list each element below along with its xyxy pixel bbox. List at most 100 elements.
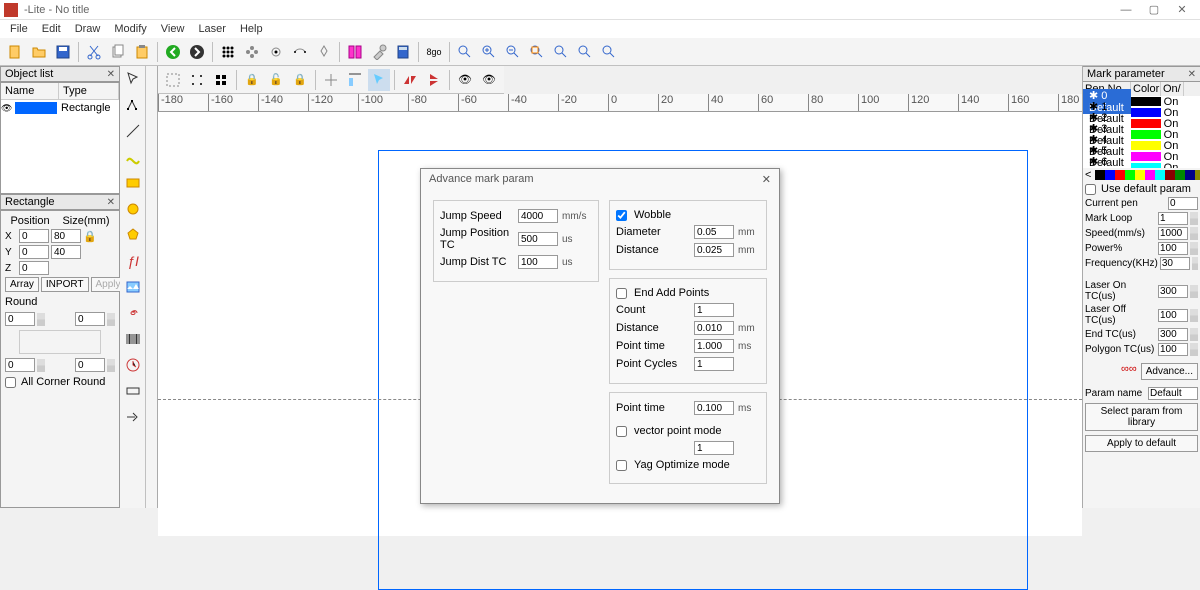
- maximize-button[interactable]: ▢: [1140, 3, 1168, 16]
- count-input[interactable]: [694, 303, 734, 317]
- cut-icon[interactable]: [83, 41, 105, 63]
- pattern1-icon[interactable]: [241, 41, 263, 63]
- mirror-h-icon[interactable]: [399, 69, 421, 91]
- color-swatch[interactable]: [1095, 170, 1105, 180]
- usedefault-checkbox[interactable]: [1085, 184, 1096, 195]
- x-input[interactable]: [19, 229, 49, 243]
- rect-icon[interactable]: [122, 172, 144, 194]
- copy-icon[interactable]: [107, 41, 129, 63]
- object-list[interactable]: Name Type 👁 Rectangle: [0, 82, 120, 194]
- clock-icon[interactable]: [122, 354, 144, 376]
- zoom6-icon[interactable]: [598, 41, 620, 63]
- line-icon[interactable]: [122, 120, 144, 142]
- dialog-close[interactable]: ✕: [762, 173, 771, 186]
- color-swatch[interactable]: [1145, 170, 1155, 180]
- lock-icon[interactable]: 🔒: [241, 69, 263, 91]
- lock-icon[interactable]: 🔒: [83, 230, 97, 243]
- input-icon[interactable]: [122, 380, 144, 402]
- color-swatch[interactable]: [1155, 170, 1165, 180]
- spiral-icon[interactable]: [122, 302, 144, 324]
- color-swatch[interactable]: [1185, 170, 1195, 180]
- lock2-icon[interactable]: 🔓: [265, 69, 287, 91]
- jumpdist-input[interactable]: [518, 255, 558, 269]
- polygon-icon[interactable]: [122, 224, 144, 246]
- text-icon[interactable]: 8go: [423, 41, 445, 63]
- laseroff-input[interactable]: [1158, 309, 1188, 322]
- sel1-icon[interactable]: [162, 69, 184, 91]
- currentpen-input[interactable]: [1168, 197, 1198, 210]
- endtc-input[interactable]: [1158, 328, 1188, 341]
- object-row[interactable]: 👁 Rectangle: [1, 100, 119, 116]
- ptime-input[interactable]: [694, 339, 734, 353]
- align2-icon[interactable]: [344, 69, 366, 91]
- vector-checkbox[interactable]: [616, 426, 627, 437]
- distance-input[interactable]: [694, 243, 734, 257]
- curve-icon[interactable]: [122, 146, 144, 168]
- menu-help[interactable]: Help: [234, 23, 269, 35]
- menu-laser[interactable]: Laser: [192, 23, 232, 35]
- speed-input[interactable]: [1158, 227, 1188, 240]
- array-button[interactable]: Array: [5, 277, 39, 292]
- jumpspeed-input[interactable]: [518, 209, 558, 223]
- eye1-icon[interactable]: 👁: [454, 69, 476, 91]
- jumppos-input[interactable]: [518, 232, 558, 246]
- color-swatch[interactable]: [1135, 170, 1145, 180]
- pattern3-icon[interactable]: [289, 41, 311, 63]
- sel2-icon[interactable]: [186, 69, 208, 91]
- minimize-button[interactable]: —: [1112, 4, 1140, 16]
- circle-icon[interactable]: [122, 198, 144, 220]
- hatch-icon[interactable]: [344, 41, 366, 63]
- extend-icon[interactable]: [122, 406, 144, 428]
- color-swatch[interactable]: [1175, 170, 1185, 180]
- r4-input[interactable]: [75, 358, 105, 372]
- pcycles-input[interactable]: [694, 357, 734, 371]
- color-swatch[interactable]: [1115, 170, 1125, 180]
- save-icon[interactable]: [52, 41, 74, 63]
- menu-modify[interactable]: Modify: [108, 23, 152, 35]
- polytc-input[interactable]: [1158, 343, 1188, 356]
- mirror-v-icon[interactable]: [423, 69, 445, 91]
- paste-icon[interactable]: [131, 41, 153, 63]
- markloop-input[interactable]: [1158, 212, 1188, 225]
- text-tool-icon[interactable]: ƒI: [122, 250, 144, 272]
- new-icon[interactable]: [4, 41, 26, 63]
- calc-icon[interactable]: [392, 41, 414, 63]
- inport-button[interactable]: INPORT: [41, 277, 89, 292]
- sel3-icon[interactable]: [210, 69, 232, 91]
- color-swatch[interactable]: [1125, 170, 1135, 180]
- zoom-fit-icon[interactable]: [526, 41, 548, 63]
- align1-icon[interactable]: [320, 69, 342, 91]
- applydef-button[interactable]: Apply to default: [1085, 435, 1198, 452]
- open-icon[interactable]: [28, 41, 50, 63]
- array-icon[interactable]: [217, 41, 239, 63]
- tools-icon[interactable]: [368, 41, 390, 63]
- barcode-icon[interactable]: [122, 328, 144, 350]
- select-icon[interactable]: [122, 68, 144, 90]
- zoom-sel-icon[interactable]: [550, 41, 572, 63]
- r1-input[interactable]: [5, 312, 35, 326]
- objectlist-close[interactable]: ✕: [107, 69, 115, 80]
- diameter-input[interactable]: [694, 225, 734, 239]
- align3-icon[interactable]: [368, 69, 390, 91]
- power-input[interactable]: [1158, 242, 1188, 255]
- laseron-input[interactable]: [1158, 285, 1188, 298]
- node-icon[interactable]: [122, 94, 144, 116]
- back-icon[interactable]: [162, 41, 184, 63]
- r2-input[interactable]: [75, 312, 105, 326]
- allcorner-checkbox[interactable]: [5, 377, 16, 388]
- yag-checkbox[interactable]: [616, 460, 627, 471]
- zoom-icon[interactable]: [454, 41, 476, 63]
- menu-file[interactable]: File: [4, 23, 34, 35]
- menu-draw[interactable]: Draw: [69, 23, 107, 35]
- rectpanel-close[interactable]: ✕: [107, 197, 115, 208]
- ptime2-input[interactable]: [694, 401, 734, 415]
- h-input[interactable]: [51, 245, 81, 259]
- freq-input[interactable]: [1160, 257, 1190, 270]
- w-input[interactable]: [51, 229, 81, 243]
- pattern4-icon[interactable]: [313, 41, 335, 63]
- distance2-input[interactable]: [694, 321, 734, 335]
- close-button[interactable]: ✕: [1168, 3, 1196, 16]
- endadd-checkbox[interactable]: [616, 288, 627, 299]
- color-swatch[interactable]: [1105, 170, 1115, 180]
- zoom-out-icon[interactable]: [502, 41, 524, 63]
